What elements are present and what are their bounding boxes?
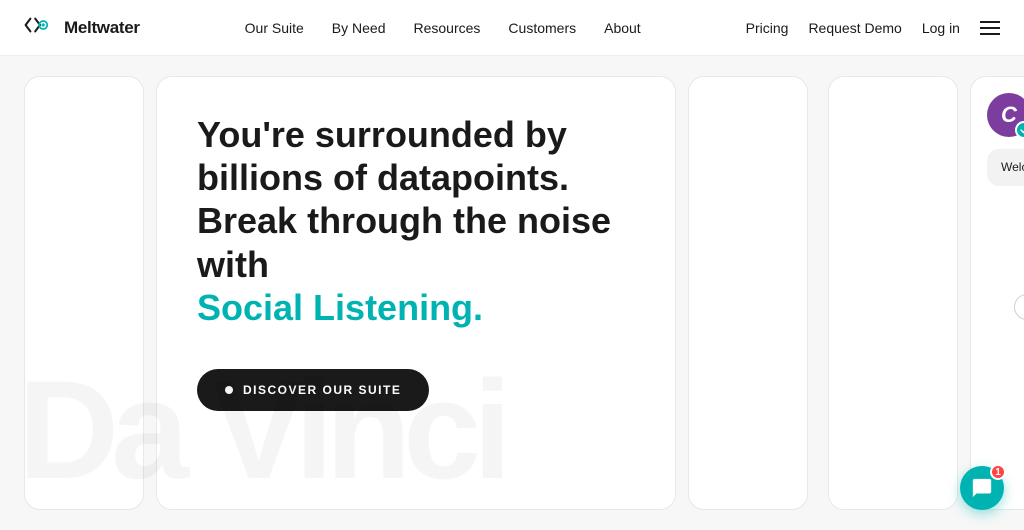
nav-link-resources[interactable]: Resources <box>414 20 481 36</box>
hero-headline: You're surrounded by billions of datapoi… <box>197 113 635 329</box>
main-content: Da Vinci You're surrounded by billions o… <box>0 56 1024 530</box>
nav-link-by-need[interactable]: By Need <box>332 20 386 36</box>
nav-link-customers[interactable]: Customers <box>508 20 576 36</box>
chat-options: I want to see Meltwater in action I woul… <box>987 198 1024 320</box>
cta-button[interactable]: DISCOVER OUR SUITE <box>197 369 429 411</box>
navbar: Meltwater Our Suite By Need Resources Cu… <box>0 0 1024 56</box>
right-section: C Meltwater from Meltwater 1d ago Welcom… <box>828 56 1024 530</box>
chat-fab-badge: 1 <box>990 464 1006 480</box>
card-left <box>24 76 144 510</box>
cta-dot <box>225 386 233 394</box>
hero-highlight: Social Listening. <box>197 287 483 328</box>
logo-icon <box>24 15 56 40</box>
chat-header: C Meltwater from Meltwater 1d ago <box>987 93 1024 137</box>
nav-link-our-suite[interactable]: Our Suite <box>245 20 304 36</box>
card-hero: You're surrounded by billions of datapoi… <box>156 76 676 510</box>
cards-container: You're surrounded by billions of datapoi… <box>0 56 828 530</box>
card-right <box>828 76 958 510</box>
nav-pricing[interactable]: Pricing <box>746 20 789 36</box>
logo-text: Meltwater <box>64 18 140 38</box>
nav-login[interactable]: Log in <box>922 20 960 36</box>
chat-bubble: Welcome 👋 How can I help you? <box>987 149 1024 186</box>
logo[interactable]: Meltwater <box>24 15 140 40</box>
nav-right: Pricing Request Demo Log in <box>746 20 1000 36</box>
nav-link-about[interactable]: About <box>604 20 641 36</box>
chat-card: C Meltwater from Meltwater 1d ago Welcom… <box>970 76 1024 510</box>
chat-fab[interactable]: 1 <box>960 466 1004 510</box>
nav-request-demo[interactable]: Request Demo <box>808 20 901 36</box>
chat-avatar-badge <box>1015 121 1024 139</box>
hamburger-menu[interactable] <box>980 21 1000 35</box>
nav-links: Our Suite By Need Resources Customers Ab… <box>245 20 641 36</box>
hero-text: You're surrounded by billions of datapoi… <box>197 113 635 411</box>
chat-avatar: C <box>987 93 1024 137</box>
card-middle <box>688 76 808 510</box>
chat-option-3[interactable]: I have a question <box>1014 294 1024 320</box>
